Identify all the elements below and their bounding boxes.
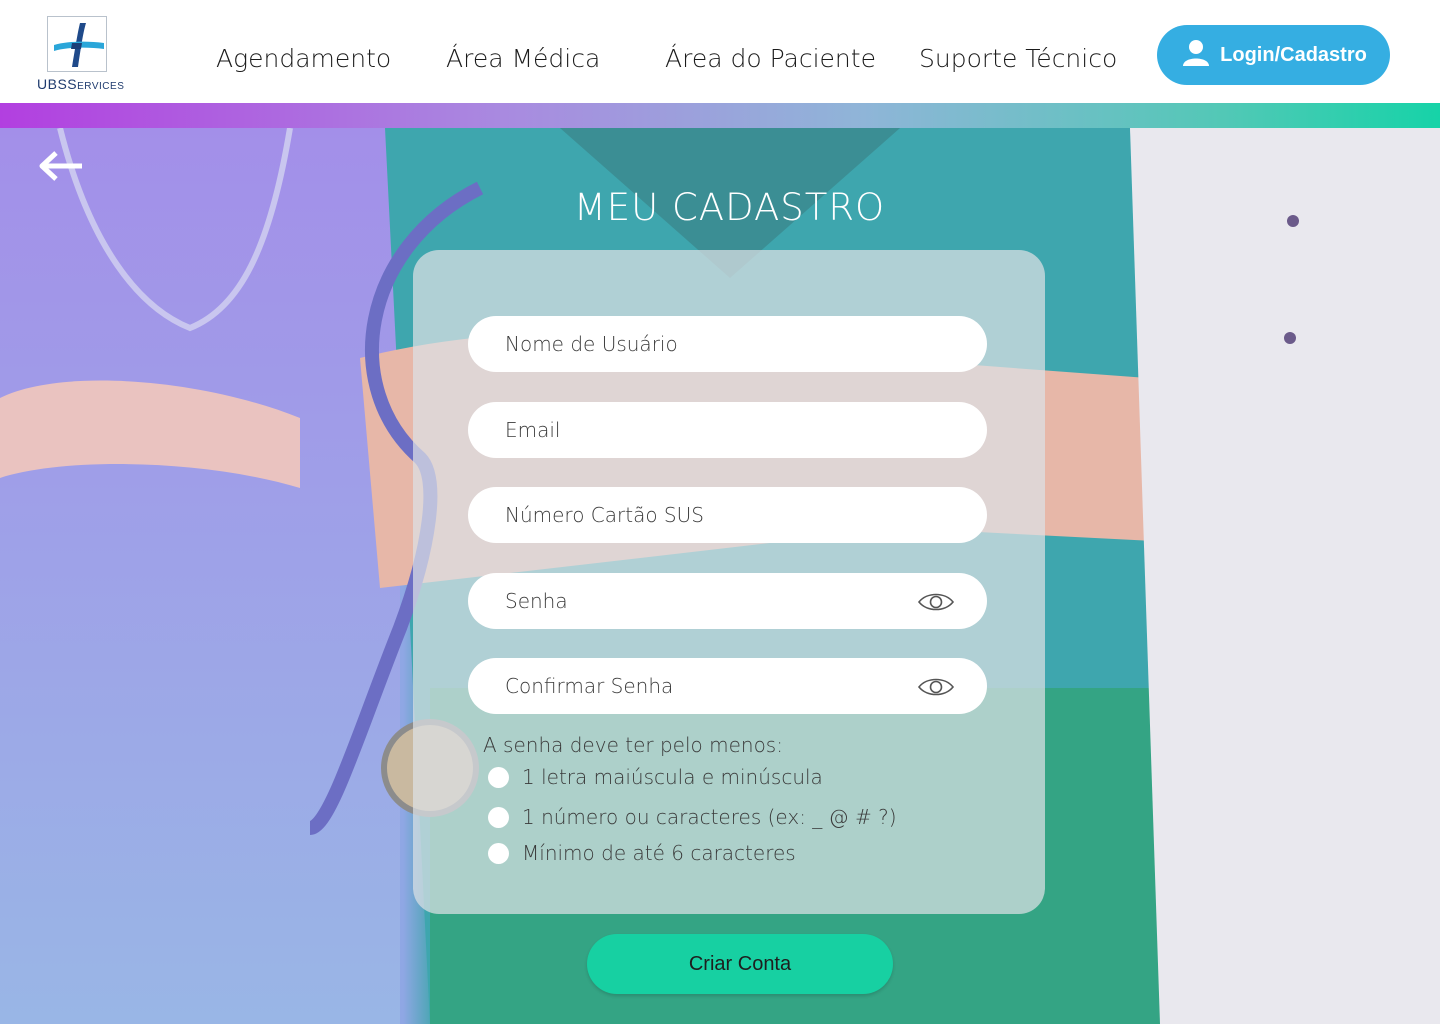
login-cadastro-button[interactable]: Login/Cadastro <box>1157 25 1390 85</box>
header-gradient-bar <box>0 103 1440 128</box>
top-header: UBSSERVICES Agendamento Área Médica Área… <box>0 0 1440 103</box>
nav-agendamento[interactable]: Agendamento <box>216 44 391 73</box>
ubservices-logo[interactable]: UBSSERVICES <box>37 14 125 94</box>
rule-number-radio[interactable] <box>488 806 509 828</box>
nav-suporte-tecnico[interactable]: Suporte Técnico <box>919 44 1117 73</box>
password-rules-title: A senha deve ter pelo menos: <box>483 733 783 757</box>
password-rule-number: 1 número ou caracteres (ex: _ @ # ?) <box>488 805 897 829</box>
email-input[interactable]: Email <box>468 402 987 458</box>
nav-area-paciente[interactable]: Área do Paciente <box>665 44 876 73</box>
show-password-eye-icon[interactable] <box>917 591 955 613</box>
username-placeholder: Nome de Usuário <box>505 332 678 356</box>
password-input[interactable]: Senha <box>468 573 987 629</box>
login-cadastro-label: Login/Cadastro <box>1220 43 1367 66</box>
logo-wordmark: UBSSERVICES <box>37 76 125 92</box>
nav-area-medica[interactable]: Área Médica <box>446 44 600 73</box>
rule-case-label: 1 letra maiúscula e minúscula <box>522 765 823 789</box>
page-title: MEU CADASTRO <box>573 186 886 229</box>
password-rule-case: 1 letra maiúscula e minúscula <box>488 765 823 789</box>
logo-cross-icon <box>47 16 107 72</box>
username-input[interactable]: Nome de Usuário <box>468 316 987 372</box>
confirm-password-placeholder: Confirmar Senha <box>505 674 674 698</box>
rule-length-label: Mínimo de até 6 caracteres <box>522 841 796 865</box>
user-icon <box>1180 36 1212 74</box>
rule-case-radio[interactable] <box>488 766 509 788</box>
password-rule-length: Mínimo de até 6 caracteres <box>488 841 796 865</box>
back-arrow-icon[interactable] <box>38 150 84 182</box>
rule-number-label: 1 número ou caracteres (ex: _ @ # ?) <box>522 805 897 829</box>
rule-length-radio[interactable] <box>488 842 509 864</box>
confirm-password-input[interactable]: Confirmar Senha <box>468 658 987 714</box>
show-confirm-password-eye-icon[interactable] <box>917 676 955 698</box>
password-placeholder: Senha <box>505 589 568 613</box>
sus-card-input[interactable]: Número Cartão SUS <box>468 487 987 543</box>
email-placeholder: Email <box>505 418 561 442</box>
create-account-button[interactable]: Criar Conta <box>587 934 893 994</box>
sus-card-placeholder: Número Cartão SUS <box>505 503 704 527</box>
